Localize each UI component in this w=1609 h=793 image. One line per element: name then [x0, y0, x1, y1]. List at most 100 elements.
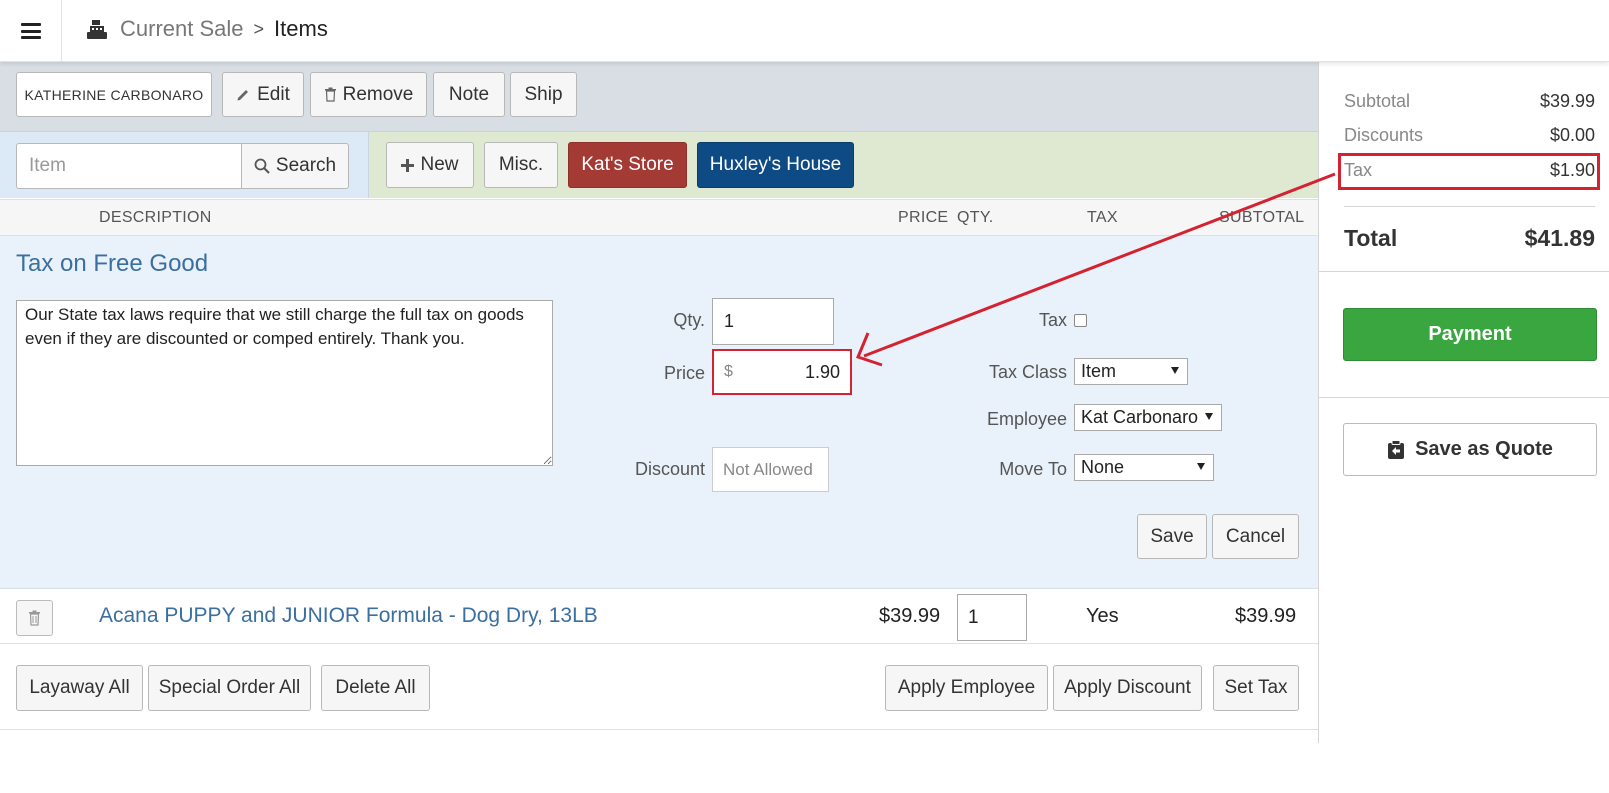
breadcrumb-items: Items	[274, 16, 328, 41]
discount-field: Not Allowed	[712, 447, 829, 492]
line-item-description[interactable]: Acana PUPPY and JUNIOR Formula - Dog Dry…	[99, 604, 598, 628]
shortcut-huxleys-house-button[interactable]: Huxley's House	[697, 142, 854, 188]
clipboard-icon	[1387, 439, 1405, 460]
cancel-line-button[interactable]: Cancel	[1212, 514, 1299, 559]
item-search-bar: Search New Misc. Kat's Store Huxley's Ho…	[0, 131, 1318, 198]
note-button[interactable]: Note	[433, 72, 505, 117]
total-row: Total $41.89	[1344, 225, 1595, 252]
subtotal-label: Subtotal	[1344, 91, 1411, 111]
search-icon	[254, 158, 270, 174]
line-items-header: DESCRIPTION PRICE QTY. TAX SUBTOTAL	[0, 199, 1318, 236]
save-as-quote-label: Save as Quote	[1415, 438, 1553, 460]
delete-line-button[interactable]	[16, 600, 53, 636]
total-value: $41.89	[1524, 225, 1595, 251]
misc-item-button[interactable]: Misc.	[484, 142, 558, 188]
payment-label: Payment	[1428, 323, 1512, 345]
total-label: Total	[1344, 225, 1398, 251]
divider	[0, 729, 1318, 730]
layaway-all-label: Layaway All	[29, 677, 130, 698]
edit-customer-button[interactable]: Edit	[222, 72, 304, 117]
line-item-subtotal: $39.99	[1235, 605, 1297, 627]
shortcut-kats-store-button[interactable]: Kat's Store	[568, 142, 687, 188]
subtotal-row: Subtotal $39.99	[1344, 91, 1595, 112]
sale-summary-sidebar: Subtotal $39.99 Discounts $0.00 Tax $1.9…	[1318, 62, 1609, 743]
apply-employee-button[interactable]: Apply Employee	[885, 665, 1048, 711]
ship-button[interactable]: Ship	[510, 72, 577, 117]
apply-discount-button[interactable]: Apply Discount	[1053, 665, 1202, 711]
bulk-actions-bar: Layaway All Special Order All Delete All…	[0, 645, 1318, 793]
tax-label: Tax	[1344, 160, 1373, 180]
line-item-tax: Yes	[1086, 605, 1119, 627]
set-tax-label: Set Tax	[1224, 677, 1288, 698]
shortcut-huxleys-house-label: Huxley's House	[709, 154, 842, 175]
shortcut-kats-store-label: Kat's Store	[581, 154, 674, 175]
apply-employee-label: Apply Employee	[897, 677, 1036, 698]
dropdown-caret-icon	[1171, 367, 1179, 374]
remove-customer-button[interactable]: Remove	[310, 72, 427, 117]
tax-value: $1.90	[1549, 160, 1595, 180]
set-tax-button[interactable]: Set Tax	[1213, 665, 1299, 711]
plus-icon	[401, 158, 415, 172]
col-price: PRICE	[898, 209, 949, 226]
dropdown-caret-icon	[1197, 463, 1205, 470]
price-label: Price	[663, 363, 705, 383]
save-line-button[interactable]: Save	[1137, 514, 1207, 559]
price-input[interactable]: $ 1.90	[712, 349, 852, 395]
edit-label: Edit	[257, 83, 290, 105]
tax-class-select[interactable]: Item	[1074, 358, 1188, 385]
employee-label: Employee	[986, 409, 1067, 429]
customer-name-button[interactable]: KATHERINE CARBONARO	[16, 72, 212, 117]
item-search-area: Search	[0, 132, 369, 198]
item-search-input[interactable]	[16, 143, 242, 189]
divider	[1319, 271, 1609, 272]
ship-label: Ship	[524, 83, 563, 105]
trash-icon	[324, 87, 337, 102]
hamburger-icon	[20, 23, 41, 39]
table-row: Acana PUPPY and JUNIOR Formula - Dog Dry…	[0, 590, 1318, 644]
divider	[1319, 397, 1609, 398]
cash-register-icon	[87, 20, 107, 39]
tax-label: Tax	[1038, 310, 1067, 330]
trash-icon	[29, 610, 40, 626]
search-button[interactable]: Search	[241, 143, 349, 189]
new-item-button[interactable]: New	[386, 142, 474, 188]
tax-checkbox[interactable]	[1074, 314, 1087, 327]
menu-button[interactable]	[0, 0, 62, 62]
editor-item-title: Tax on Free Good	[16, 250, 209, 277]
line-item-price: $39.99	[879, 605, 941, 627]
tax-class-value: Item	[1081, 361, 1117, 381]
note-label: Note	[448, 83, 490, 105]
discounts-row: Discounts $0.00	[1344, 125, 1595, 146]
item-note-textarea[interactable]: Our State tax laws require that we still…	[16, 300, 553, 466]
breadcrumb-current-sale[interactable]: Current Sale	[120, 16, 244, 42]
col-qty: QTY.	[957, 209, 994, 226]
col-subtotal: SUBTOTAL	[1219, 209, 1305, 226]
pencil-icon	[236, 87, 251, 102]
tax-class-label: Tax Class	[988, 362, 1067, 382]
qty-value: 1	[724, 311, 735, 331]
save-as-quote-button[interactable]: Save as Quote	[1343, 423, 1597, 476]
move-to-select[interactable]: None	[1074, 454, 1214, 481]
delete-all-label: Delete All	[335, 677, 416, 698]
employee-select[interactable]: Kat Carbonaro	[1074, 404, 1222, 431]
price-currency: $	[724, 363, 733, 380]
payment-button[interactable]: Payment	[1343, 308, 1597, 361]
customer-bar: KATHERINE CARBONARO Edit Remove Note Shi…	[0, 62, 1318, 131]
sale-main-panel: KATHERINE CARBONARO Edit Remove Note Shi…	[0, 62, 1318, 793]
breadcrumb-separator: >	[253, 18, 265, 39]
col-tax: TAX	[1087, 209, 1118, 226]
qty-input[interactable]: 1	[712, 298, 834, 345]
delete-all-button[interactable]: Delete All	[321, 665, 430, 711]
special-order-all-button[interactable]: Special Order All	[148, 665, 311, 711]
search-label: Search	[275, 155, 337, 176]
top-header: Current Sale > Items	[0, 0, 1609, 62]
line-item-qty: 1	[968, 606, 979, 628]
discount-value: Not Allowed	[723, 459, 813, 479]
breadcrumb: Current Sale > Items	[86, 16, 328, 42]
customer-name: KATHERINE CARBONARO	[24, 86, 204, 103]
special-order-all-label: Special Order All	[158, 677, 301, 698]
layaway-all-button[interactable]: Layaway All	[16, 665, 143, 711]
line-item-qty-input[interactable]: 1	[957, 594, 1027, 641]
price-value: 1.90	[804, 361, 840, 382]
tax-row: Tax $1.90	[1344, 160, 1595, 181]
